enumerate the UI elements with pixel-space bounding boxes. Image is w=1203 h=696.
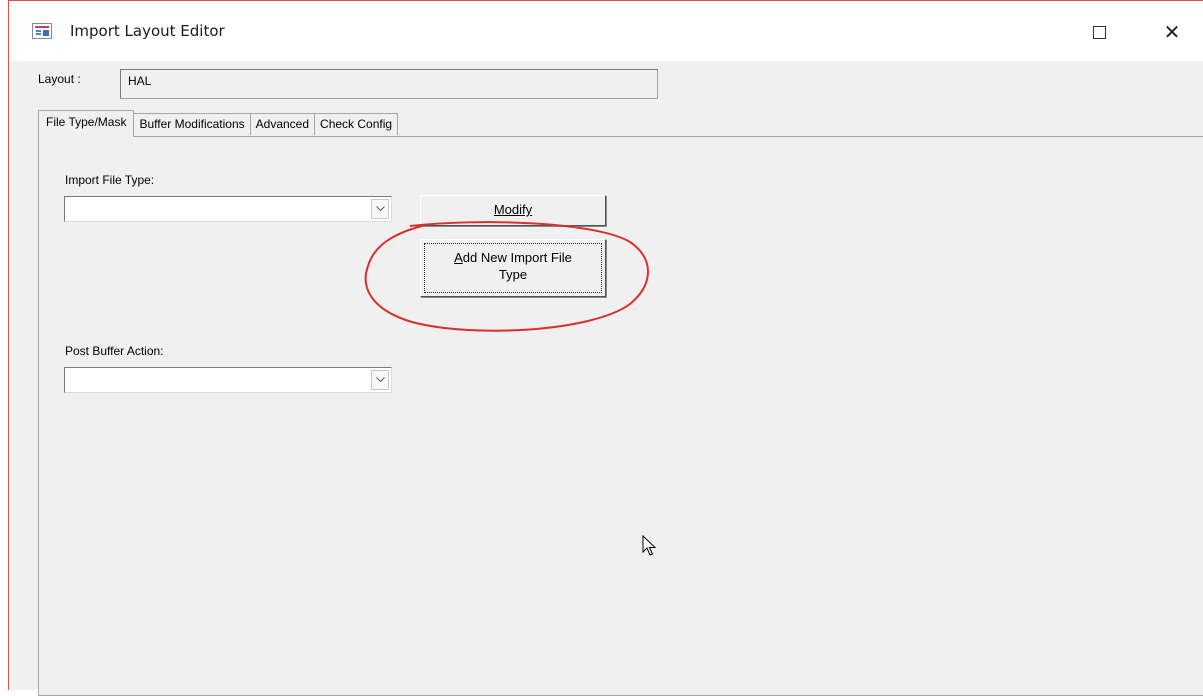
import-file-type-dropdown-button[interactable] [371,199,389,219]
post-buffer-action-combo[interactable] [64,367,392,393]
layout-field: HAL [120,69,658,99]
chevron-down-icon [375,377,385,383]
maximize-icon [1092,25,1106,39]
close-button[interactable]: ✕ [1149,13,1195,51]
layout-label: Layout : [38,72,81,86]
chevron-down-icon [375,206,385,212]
tab-advanced[interactable]: Advanced [249,113,316,135]
maximize-button[interactable] [1076,13,1122,51]
post-buffer-action-label: Post Buffer Action: [65,344,164,358]
window-title: Import Layout Editor [70,22,225,40]
post-buffer-action-dropdown-button[interactable] [371,370,389,390]
modify-button[interactable]: Modify [420,195,606,226]
title-bar[interactable]: Import Layout Editor ✕ [9,1,1203,61]
import-file-type-combo[interactable] [64,196,392,222]
mouse-pointer-icon [642,535,656,556]
add-new-import-file-type-button[interactable]: Add New Import File Type [420,239,606,297]
tab-buffer-modifications[interactable]: Buffer Modifications [133,113,251,135]
tab-file-type-mask[interactable]: File Type/Mask [38,110,135,137]
form-icon [32,23,52,39]
close-icon: ✕ [1163,20,1181,44]
tab-check-config[interactable]: Check Config [314,113,399,135]
import-file-type-label: Import File Type: [65,173,155,187]
background-window-edge [0,0,8,690]
import-layout-editor-window: Import Layout Editor ✕ Layout : HAL File… [8,0,1203,696]
focus-rectangle [424,243,602,293]
file-type-mask-panel: Import File Type: Modify Add New Import … [38,136,1203,696]
tab-strip: File Type/Mask Buffer Modifications Adva… [38,110,399,137]
